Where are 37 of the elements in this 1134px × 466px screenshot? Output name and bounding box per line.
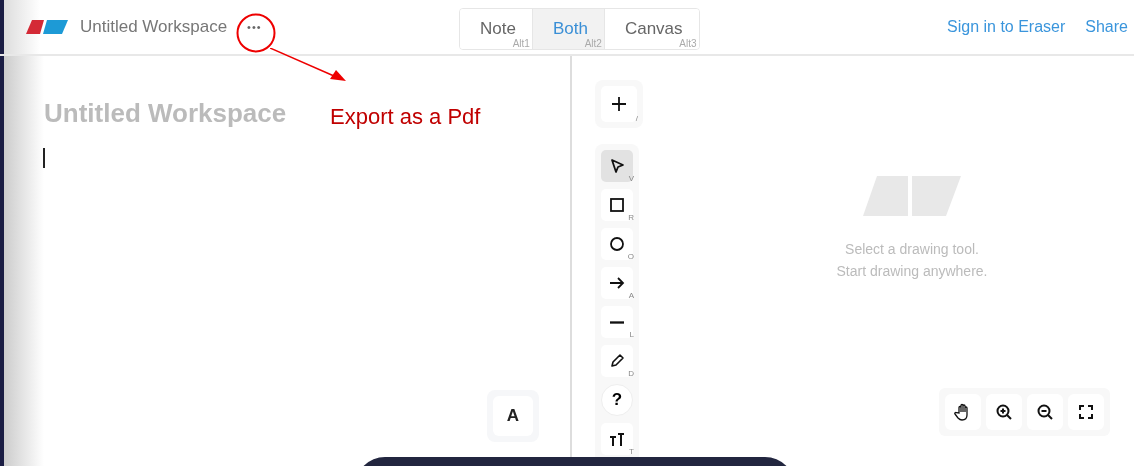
select-tool-button[interactable]: V	[601, 150, 633, 182]
line-tool-button[interactable]: L	[601, 306, 633, 338]
rectangle-tool-button[interactable]: R	[601, 189, 633, 221]
text-icon	[609, 431, 625, 447]
text-cursor	[43, 148, 45, 168]
pencil-tool-button[interactable]: D	[601, 345, 633, 377]
logo-icon	[26, 20, 68, 34]
empty-canvas-hint: Select a drawing tool.	[845, 240, 979, 259]
empty-canvas-hint: Start drawing anywhere.	[836, 262, 988, 281]
hand-tool-button[interactable]	[945, 394, 981, 430]
arrow-icon	[609, 275, 625, 291]
zoom-out-icon	[1036, 403, 1054, 421]
highlight-circle	[236, 13, 276, 53]
view-tab[interactable]: Note Alt1	[460, 9, 532, 49]
line-icon	[610, 320, 624, 324]
plus-icon	[611, 96, 627, 112]
expand-icon	[1077, 403, 1095, 421]
rectangle-icon	[609, 197, 625, 213]
annotation-text: Export as a Pdf	[330, 104, 481, 130]
arrow-tool-button[interactable]: A	[601, 267, 633, 299]
text-tool-button[interactable]: T	[601, 423, 633, 455]
workspace-title: Untitled Workspace	[80, 17, 228, 37]
help-button[interactable]: ?	[601, 384, 633, 416]
ellipse-icon	[609, 236, 625, 252]
share-link[interactable]: Share	[1085, 18, 1128, 36]
fit-screen-button[interactable]	[1068, 394, 1104, 430]
zoom-out-button[interactable]	[1027, 394, 1063, 430]
view-tab[interactable]: Both Alt2	[531, 9, 604, 49]
ellipse-tool-button[interactable]: O	[601, 228, 633, 260]
select-icon	[609, 158, 625, 174]
add-button[interactable]: /	[601, 86, 637, 122]
zoom-in-button[interactable]	[986, 394, 1022, 430]
zoom-in-icon	[995, 403, 1013, 421]
pencil-icon	[609, 353, 625, 369]
text-format-button[interactable]: A	[493, 396, 533, 436]
view-tab[interactable]: Canvas Alt3	[603, 9, 699, 49]
sign-in-link[interactable]: Sign in to Eraser	[947, 18, 1066, 36]
